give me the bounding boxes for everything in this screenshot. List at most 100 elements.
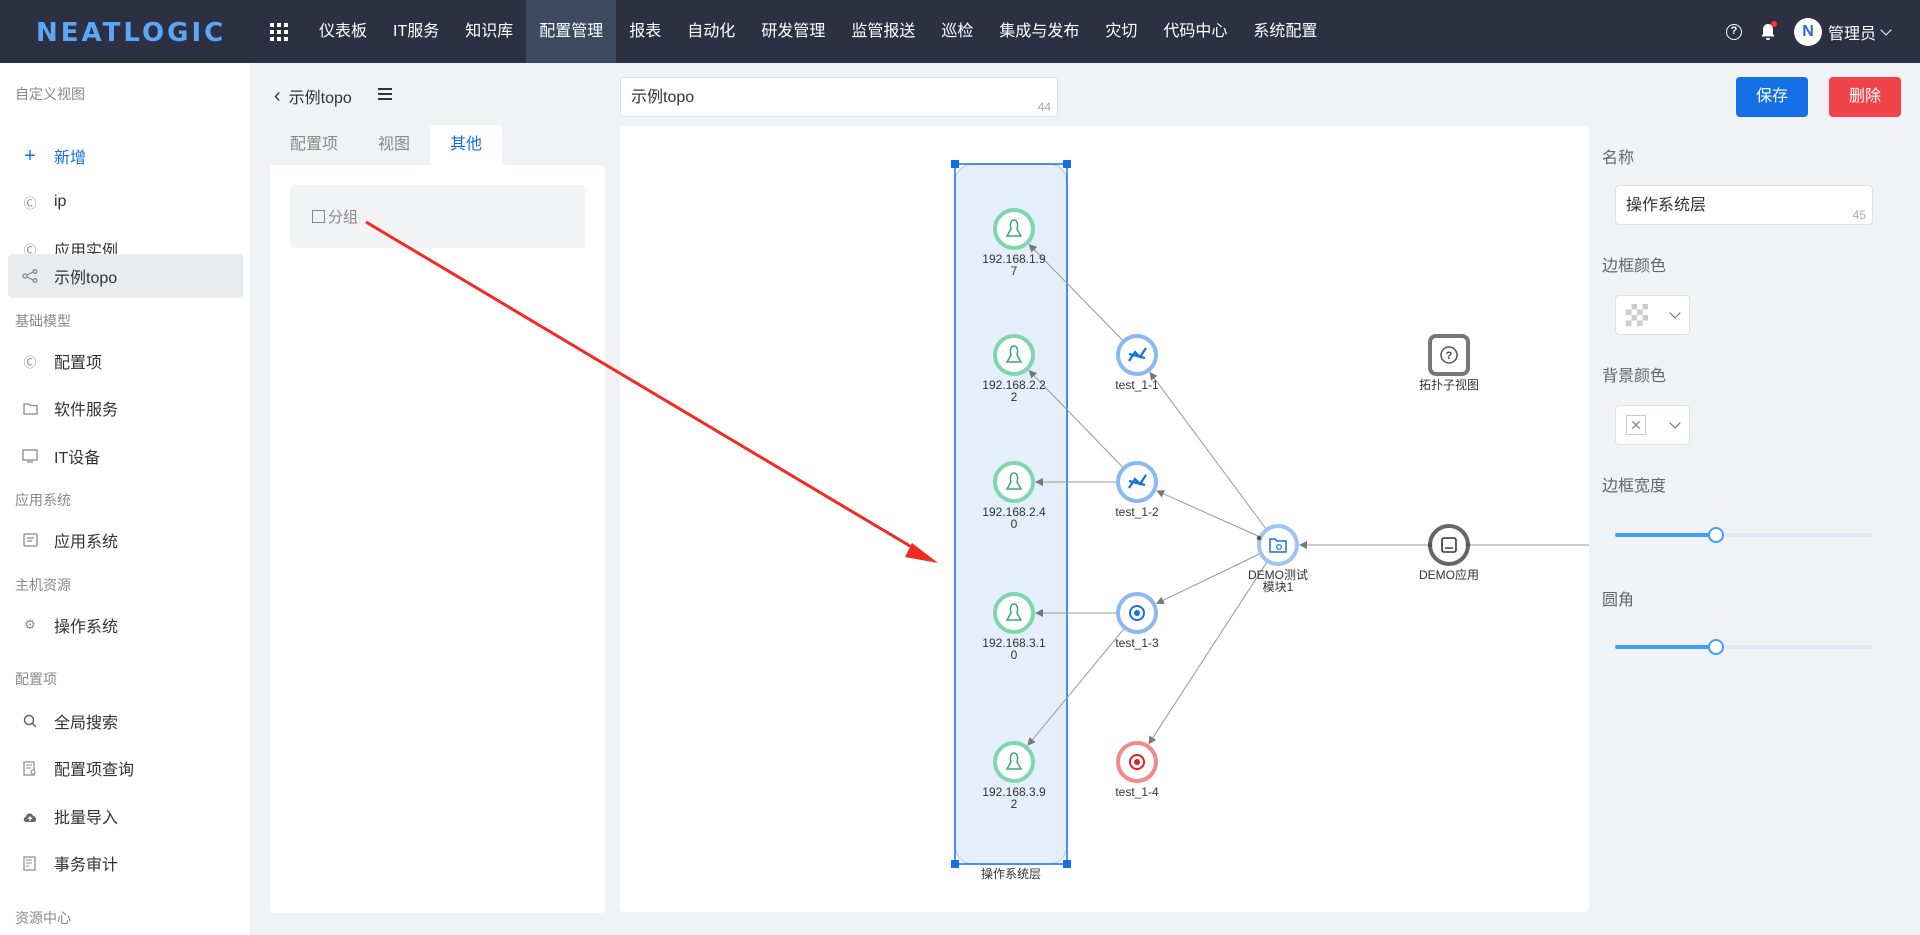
slider-handle[interactable] (1707, 527, 1724, 543)
sidebar-item-audit[interactable]: 事务审计 (8, 842, 243, 884)
back-icon[interactable]: ‹ (274, 86, 281, 106)
resize-handle[interactable] (1063, 860, 1071, 868)
edge[interactable] (1149, 371, 1268, 531)
avatar: N (1793, 17, 1822, 46)
no-color-icon: ✕ (1626, 415, 1646, 435)
sidebar-item-global-search[interactable]: 全局搜索 (8, 700, 243, 742)
node-label: 拓扑子视图 (1419, 377, 1479, 392)
app-icon (22, 532, 38, 548)
help-icon[interactable]: ? (1725, 23, 1742, 40)
tab-panel-other: 分组 (270, 165, 605, 913)
nav-item[interactable]: 巡检 (928, 0, 986, 63)
sidebar-item-label: 示例topo (54, 270, 118, 287)
sidebar-group-app-system: 应用系统 (15, 492, 71, 508)
node-t12[interactable]: test_1-2 (1115, 461, 1159, 519)
radius-label: 圆角 (1602, 592, 1635, 609)
border-width-slider[interactable] (1615, 527, 1873, 543)
user-menu[interactable]: N 管理员 (1793, 17, 1892, 46)
topology-canvas[interactable]: 操作系统层 192.168.1.9 7 192.168.2.2 2 192.168.2.4… (620, 126, 1589, 912)
ci-icon: Ⓒ (23, 354, 37, 370)
query-icon (22, 760, 38, 776)
node-label: 模块1 (1263, 580, 1294, 594)
edge[interactable] (1156, 490, 1261, 538)
topology-graph[interactable]: 操作系统层192.168.1.97192.168.2.22192.168.2.4… (620, 126, 1589, 912)
sidebar-item-app-system[interactable]: 应用系统 (8, 519, 243, 561)
border-width-label: 边框宽度 (1602, 478, 1667, 495)
nav-item[interactable]: IT服务 (380, 0, 452, 63)
sidebar-item-ci[interactable]: Ⓒ 配置项 (8, 340, 243, 382)
node-mod[interactable]: DEMO测试模块1 (1248, 524, 1308, 594)
view-name-count: 44 (1037, 100, 1051, 114)
top-bar: NEATLOGIC 仪表板 IT服务 知识库 配置管理 报表 自动化 研发管理 监管报送 巡检集… (0, 0, 1920, 63)
node-sub[interactable]: ? 拓扑子视图 (1419, 334, 1479, 392)
resize-handle[interactable] (1063, 160, 1071, 168)
cloud-upload-icon (22, 808, 38, 824)
chevron-down-icon (1880, 23, 1892, 36)
sidebar-group-custom-view: 自定义视图 (15, 86, 85, 102)
main-nav: 仪表板 IT服务 知识库 配置管理 报表 自动化 研发管理 监管报送 巡检 集成与发布 灾切 代码中心… (306, 0, 1330, 63)
save-button[interactable]: 保存 (1736, 77, 1808, 117)
sidebar-item-ip[interactable]: Ⓒ ip (8, 181, 243, 223)
nav-item[interactable]: 系统配置 (1240, 0, 1330, 63)
nav-item[interactable]: 代码中心 (1150, 0, 1240, 63)
delete-button[interactable]: 删除 (1829, 77, 1901, 117)
sidebar-item-batch-import[interactable]: 批量导入 (8, 795, 243, 837)
sidebar-item-label: 配置项查询 (54, 762, 135, 779)
edge[interactable] (1148, 560, 1269, 745)
sidebar-item-label: IT设备 (54, 450, 101, 467)
resize-handle[interactable] (951, 860, 959, 868)
sidebar-item-os[interactable]: ⚙ 操作系统 (8, 604, 243, 646)
tab-ci[interactable]: 配置项 (270, 125, 358, 165)
question-icon: ? (1446, 350, 1453, 362)
tabs: 配置项 视图 其他 (270, 125, 503, 165)
sidebar-group-ci: 配置项 (15, 671, 57, 687)
sidebar-item-add[interactable]: + 新增 (8, 135, 243, 177)
search-icon (22, 713, 38, 729)
app-logo[interactable]: NEATLOGIC (36, 18, 226, 48)
view-name-input[interactable]: 示例topo 44 (620, 77, 1058, 117)
nav-item[interactable]: 集成与发布 (986, 0, 1092, 63)
nav-item[interactable]: 监管报送 (838, 0, 928, 63)
sidebar-item-example-topo[interactable]: 示例topo (8, 254, 243, 298)
nav-item[interactable]: 自动化 (674, 0, 748, 63)
nav-item[interactable]: 仪表板 (306, 0, 380, 63)
bg-color-picker[interactable]: ✕ (1615, 405, 1690, 445)
bell-icon[interactable] (1760, 20, 1777, 41)
node-label: 0 (1011, 648, 1018, 662)
border-color-label: 边框颜色 (1602, 258, 1667, 275)
tab-view[interactable]: 视图 (358, 125, 430, 165)
node-t14[interactable]: test_1-4 (1115, 741, 1159, 799)
resize-handle[interactable] (951, 160, 959, 168)
name-label: 名称 (1602, 150, 1635, 167)
sidebar-item-label: ip (54, 193, 67, 210)
group-name-input[interactable]: 操作系统层 45 (1615, 185, 1873, 225)
node-label: 2 (1011, 390, 1018, 404)
tab-other[interactable]: 其他 (430, 125, 503, 165)
nav-item[interactable]: 研发管理 (748, 0, 838, 63)
sidebar-item-it-device[interactable]: IT设备 (8, 435, 243, 477)
slider-handle[interactable] (1707, 639, 1724, 655)
apps-grid-icon[interactable] (270, 23, 288, 41)
user-name: 管理员 (1827, 25, 1876, 43)
nav-item[interactable]: 配置管理 (526, 0, 617, 63)
ci-icon: Ⓒ (23, 195, 37, 211)
radius-slider[interactable] (1615, 639, 1873, 655)
nav-item[interactable]: 报表 (616, 0, 674, 63)
nav-item[interactable]: 灾切 (1092, 0, 1150, 63)
group-option[interactable]: 分组 (290, 185, 585, 248)
sidebar-item-label: 事务审计 (54, 857, 119, 874)
nav-item[interactable]: 知识库 (452, 0, 526, 63)
sidebar-item-label: 软件服务 (54, 402, 119, 419)
node-app[interactable]: DEMO应用 (1419, 524, 1479, 582)
sidebar-item-software-service[interactable]: 软件服务 (8, 387, 243, 429)
node-t13[interactable]: test_1-3 (1115, 592, 1159, 650)
checkbox-icon[interactable] (312, 210, 325, 223)
plus-icon: + (24, 144, 36, 167)
border-color-picker[interactable] (1615, 295, 1690, 335)
breadcrumb: ‹ 示例topo (274, 84, 352, 108)
node-t11[interactable]: test_1-1 (1115, 334, 1159, 392)
group-name-count: 45 (1852, 208, 1866, 222)
sidebar-group-resource-center: 资源中心 (15, 910, 71, 926)
menu-icon[interactable] (378, 88, 392, 100)
sidebar-item-ci-query[interactable]: 配置项查询 (8, 747, 243, 789)
